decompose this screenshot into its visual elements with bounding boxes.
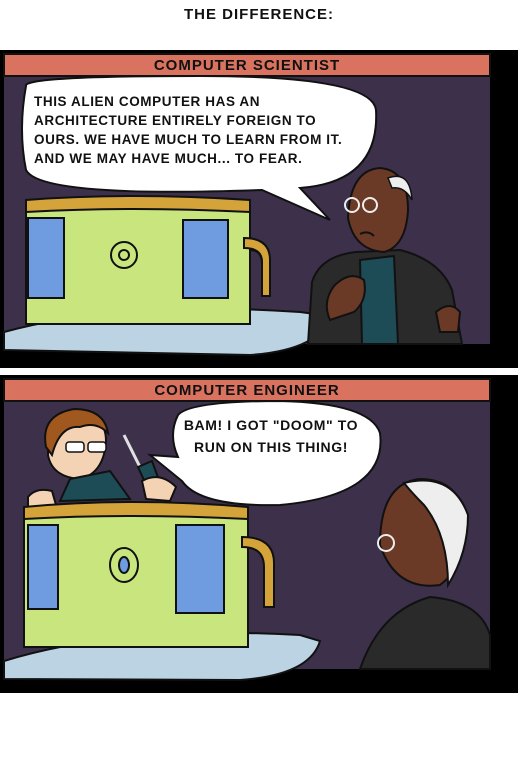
alien-computer-trim bbox=[25, 195, 251, 214]
alien-computer-dial bbox=[110, 241, 138, 269]
alien-computer-dial-center-2 bbox=[118, 556, 130, 574]
scientist-hand-right bbox=[434, 305, 462, 333]
scientist-shirt bbox=[358, 254, 400, 345]
engineer-glasses-right bbox=[87, 441, 107, 453]
speech-text-engineer: BAM! I GOT "DOOM" TO RUN ON THIS THING! bbox=[183, 417, 359, 455]
panel2-caption: COMPUTER ENGINEER bbox=[154, 382, 340, 399]
comic-title: THE DIFFERENCE: bbox=[184, 6, 334, 23]
alien-computer-screen-right-2 bbox=[175, 524, 225, 614]
panel1-caption: COMPUTER SCIENTIST bbox=[153, 57, 341, 74]
speech-text-scientist: THIS ALIEN COMPUTER HAS AN ARCHITECTURE … bbox=[34, 94, 343, 166]
alien-computer-screen-right bbox=[182, 219, 229, 299]
alien-computer-screen-left-2 bbox=[27, 524, 59, 610]
alien-computer-screen-left bbox=[27, 217, 65, 299]
alien-computer-trim-2 bbox=[23, 501, 249, 521]
engineer-glasses-left bbox=[65, 441, 85, 453]
